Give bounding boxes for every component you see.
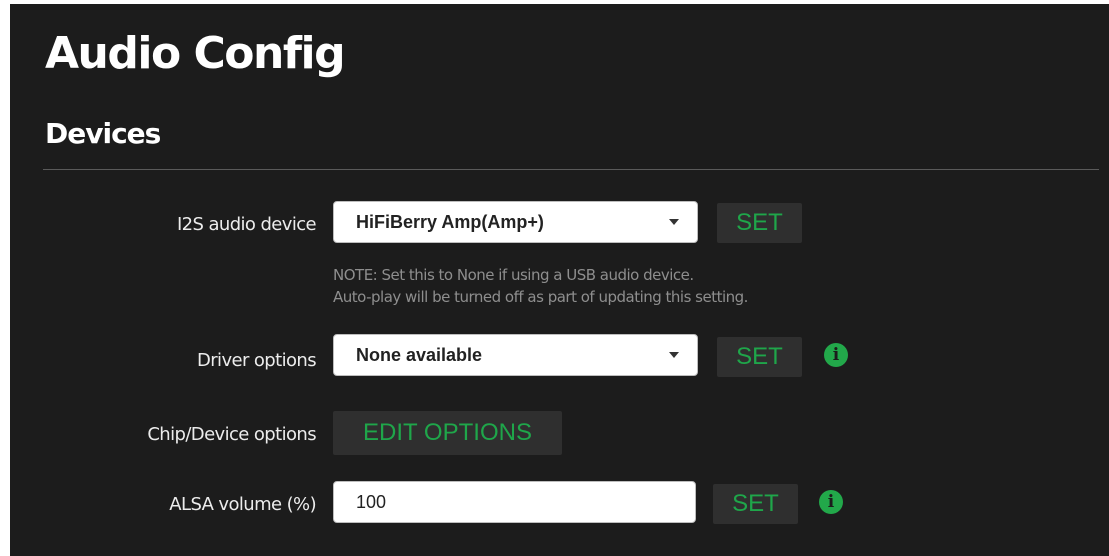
i2s-device-label: I2S audio device [176,214,317,235]
note-line-1: NOTE: Set this to None if using a USB au… [333,266,694,284]
edit-options-button[interactable]: EDIT OPTIONS [333,411,562,455]
i2s-set-button[interactable]: SET [717,203,802,243]
chevron-down-icon [669,352,679,358]
devices-heading: Devices [45,117,161,150]
driver-set-button[interactable]: SET [717,337,802,377]
driver-options-label: Driver options [196,350,317,371]
chip-device-options-label: Chip/Device options [147,424,316,445]
alsa-volume-label: ALSA volume (%) [169,494,316,515]
i2s-device-select[interactable]: HiFiBerry Amp(Amp+) [333,201,698,243]
info-icon[interactable]: i [819,490,843,514]
i2s-device-selected-value: HiFiBerry Amp(Amp+) [356,212,544,232]
alsa-set-button[interactable]: SET [713,484,798,524]
i2s-device-note: NOTE: Set this to None if using a USB au… [333,264,748,308]
section-divider [43,169,1099,170]
alsa-volume-input[interactable] [333,481,696,523]
driver-options-selected-value: None available [356,345,483,365]
driver-options-select[interactable]: None available [333,334,698,376]
page-title: Audio Config [45,28,346,79]
chevron-down-icon [669,219,679,225]
note-line-2: Auto-play will be turned off as part of … [333,288,748,306]
info-icon[interactable]: i [824,343,848,367]
